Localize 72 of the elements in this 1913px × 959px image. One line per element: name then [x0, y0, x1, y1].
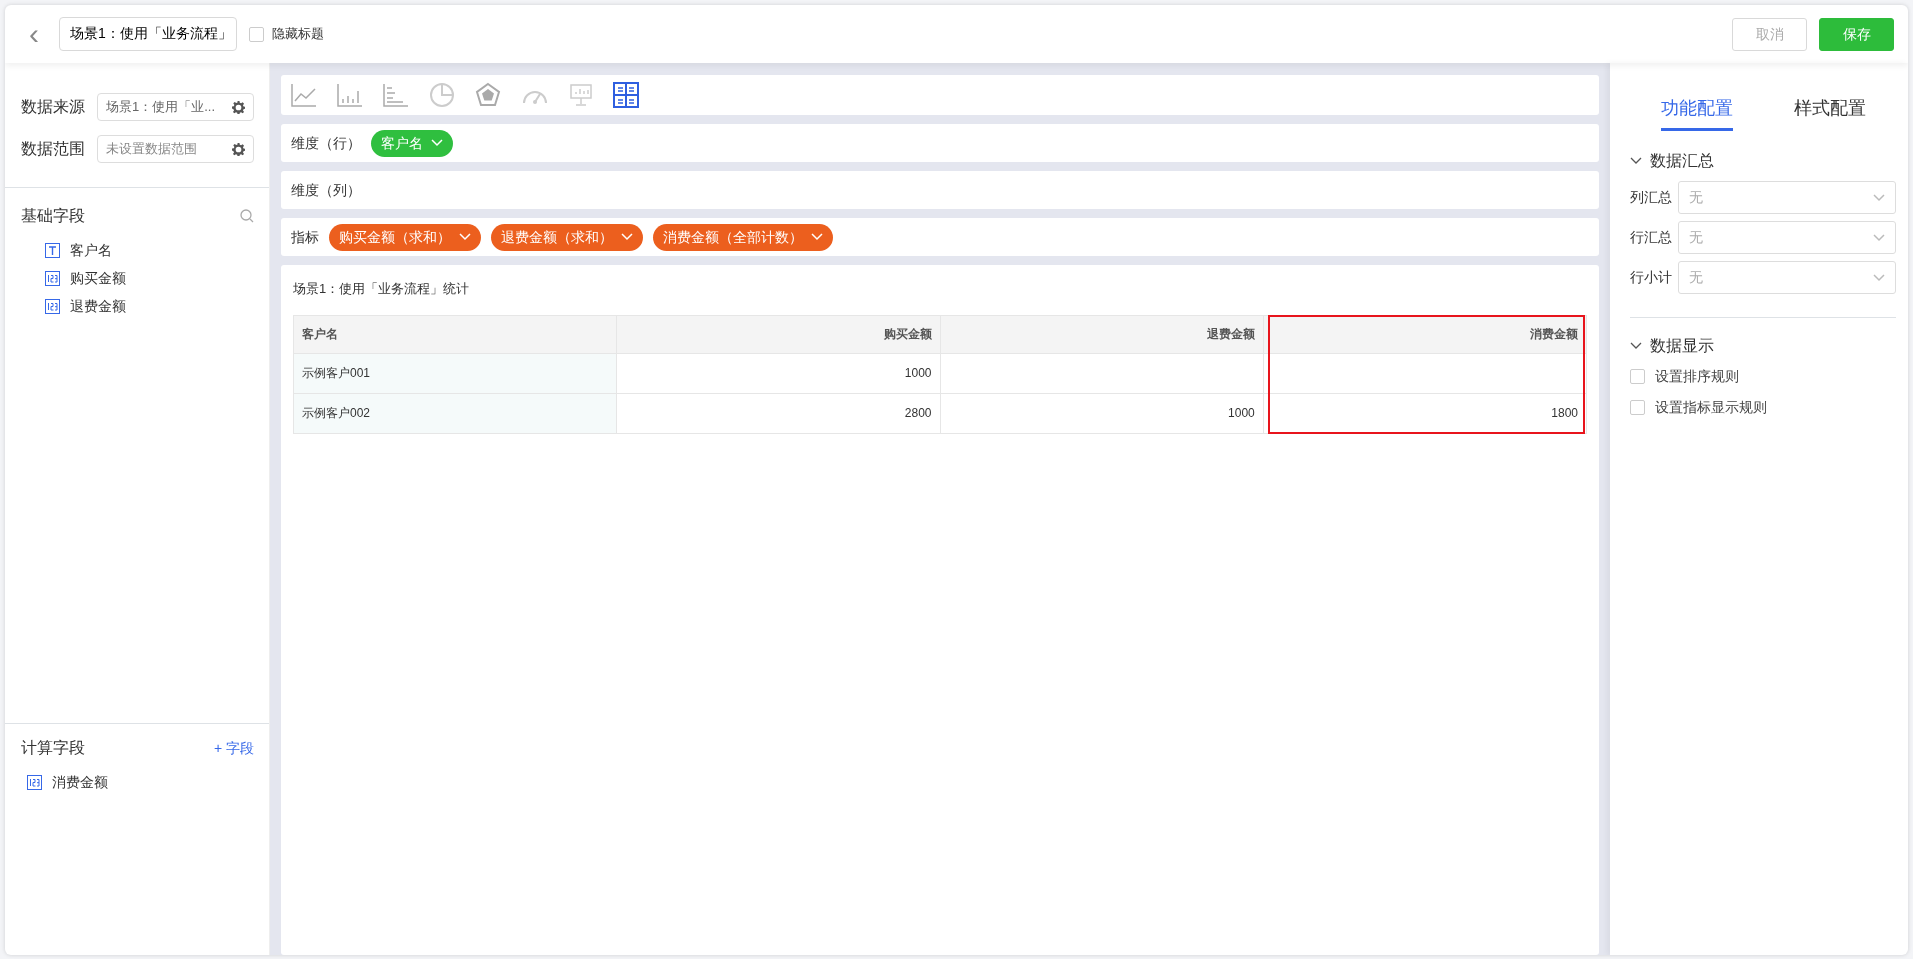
shelf-label: 指标: [291, 227, 319, 247]
field-item[interactable]: 消费金额: [21, 768, 254, 796]
section-title: 数据汇总: [1650, 151, 1714, 171]
shelf-label: 维度（列）: [291, 180, 361, 200]
chevron-down-icon: [811, 233, 823, 241]
chevron-down-icon[interactable]: [1630, 342, 1642, 350]
field-tag[interactable]: 退费金额（求和）: [491, 223, 643, 251]
chevron-down-icon: [431, 139, 443, 147]
setting-field[interactable]: 场景1：使用「业...: [97, 93, 254, 121]
column-header: 退费金额: [940, 315, 1264, 353]
horizontal-bar-chart-icon[interactable]: [383, 83, 409, 107]
select-field[interactable]: 无: [1678, 221, 1896, 254]
column-header: 消费金额: [1263, 315, 1587, 353]
text-field-icon: [45, 242, 60, 258]
select-label: 行汇总: [1630, 228, 1672, 247]
table-cell: 2800: [616, 393, 940, 433]
table-cell: 1000: [616, 353, 940, 393]
number-field-icon: [45, 298, 60, 314]
checkbox-label: 隐藏标题: [272, 25, 324, 44]
field-item[interactable]: 退费金额: [21, 292, 254, 320]
search-icon[interactable]: [240, 209, 254, 223]
number-field-icon: [45, 270, 60, 286]
setting-field[interactable]: 未设置数据范围: [97, 135, 254, 163]
add-field-button[interactable]: + 字段: [213, 737, 254, 759]
section-title: 数据显示: [1650, 336, 1714, 356]
chevron-down-icon[interactable]: [1630, 157, 1642, 165]
table-cell: 示例客户001: [293, 353, 617, 393]
select-field[interactable]: 无: [1678, 261, 1896, 294]
chevron-down-icon: [1873, 273, 1885, 282]
column-header: 客户名: [293, 315, 617, 353]
cancel-button[interactable]: 取消: [1732, 17, 1807, 51]
chevron-down-icon: [459, 233, 471, 241]
checkbox[interactable]: [1630, 369, 1645, 384]
tab[interactable]: 样式配置: [1793, 89, 1866, 131]
field-item[interactable]: 客户名: [21, 236, 254, 264]
checkbox[interactable]: [1630, 400, 1645, 415]
section-title: 基础字段: [21, 206, 85, 226]
gear-icon[interactable]: [232, 142, 245, 156]
tab[interactable]: 功能配置: [1660, 89, 1733, 131]
save-button[interactable]: 保存: [1819, 17, 1894, 51]
field-tag[interactable]: 购买金额（求和）: [329, 223, 481, 251]
select-label: 行小计: [1630, 268, 1672, 287]
setting-label: 数据来源: [21, 97, 85, 117]
presentation-board-icon[interactable]: [569, 83, 593, 107]
table-cell: 1000: [940, 393, 1264, 433]
table-title: 场景1：使用「业务流程」统计: [293, 280, 471, 298]
line-chart-icon[interactable]: [291, 83, 317, 107]
chevron-down-icon: [1873, 233, 1885, 242]
select-label: 列汇总: [1630, 188, 1672, 207]
table-cell: 1800: [1263, 393, 1587, 433]
gear-icon[interactable]: [232, 100, 245, 114]
checkbox-label: 设置指标显示规则: [1655, 398, 1767, 417]
field-item[interactable]: 购买金额: [21, 264, 254, 292]
pie-chart-icon[interactable]: [429, 82, 455, 108]
field-tag[interactable]: 客户名: [371, 129, 453, 157]
column-header: 购买金额: [616, 315, 940, 353]
radar-chart-icon[interactable]: [475, 82, 501, 108]
shelf-label: 维度（行）: [291, 133, 361, 153]
table-cell: 示例客户002: [293, 393, 617, 433]
select-field[interactable]: 无: [1678, 181, 1896, 214]
number-field-icon: [27, 774, 42, 790]
title-input[interactable]: 场景1：使用「业务流程」: [59, 17, 237, 51]
chevron-down-icon: [1873, 193, 1885, 202]
back-button[interactable]: ‹: [21, 19, 47, 49]
field-tag[interactable]: 消费金额（全部计数）: [653, 223, 833, 251]
setting-label: 数据范围: [21, 139, 85, 159]
chevron-down-icon: [621, 233, 633, 241]
table-icon[interactable]: [613, 82, 639, 108]
bar-chart-icon[interactable]: [337, 83, 363, 107]
checkbox-label: 设置排序规则: [1655, 367, 1739, 386]
checkbox[interactable]: [249, 26, 264, 42]
section-title: 计算字段: [21, 738, 85, 758]
